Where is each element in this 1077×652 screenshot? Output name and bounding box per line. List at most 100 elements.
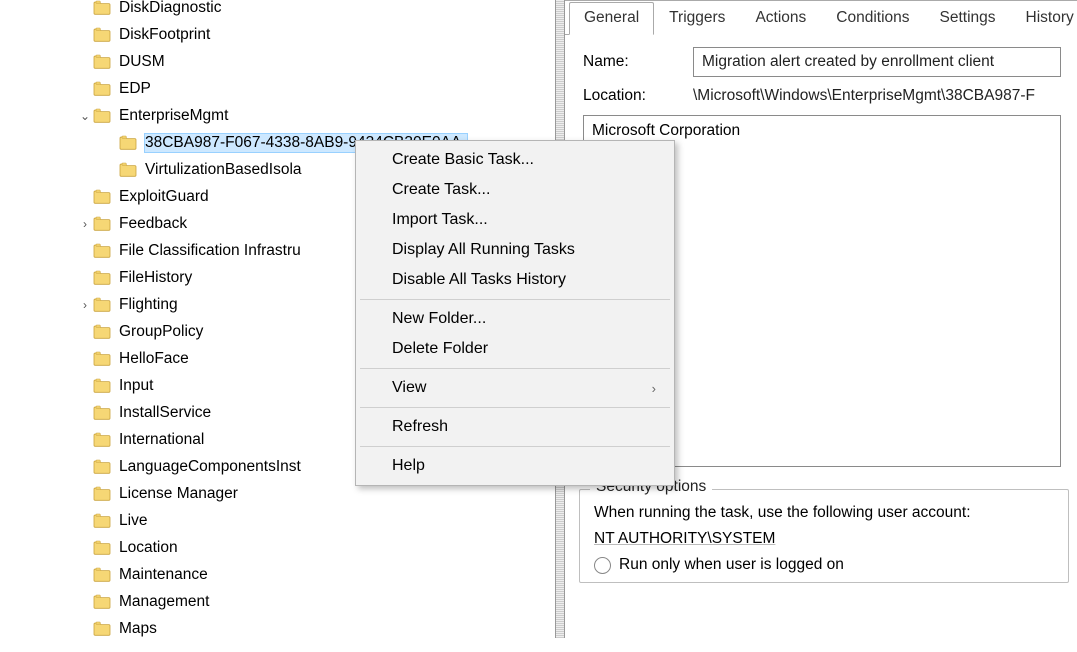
tree-label: Maintenance bbox=[119, 566, 214, 584]
tree-label: DUSM bbox=[119, 53, 171, 71]
folder-icon bbox=[93, 378, 111, 393]
chevron-right-icon[interactable]: › bbox=[77, 298, 93, 312]
menu-item[interactable]: Help bbox=[356, 451, 674, 481]
menu-label: View bbox=[392, 379, 426, 397]
tree-label: Location bbox=[119, 539, 184, 557]
menu-label: New Folder... bbox=[392, 310, 486, 328]
tree-label: Input bbox=[119, 377, 159, 395]
tree-item[interactable]: DUSM bbox=[0, 48, 555, 75]
tree-label: International bbox=[119, 431, 210, 449]
folder-icon bbox=[93, 297, 111, 312]
folder-icon bbox=[93, 324, 111, 339]
location-label: Location: bbox=[583, 87, 693, 105]
menu-label: Disable All Tasks History bbox=[392, 271, 566, 289]
tree-label: Management bbox=[119, 593, 215, 611]
tree-item[interactable]: Maintenance bbox=[0, 561, 555, 588]
folder-icon bbox=[93, 189, 111, 204]
tab-bar: GeneralTriggersActionsConditionsSettings… bbox=[565, 1, 1077, 35]
tree-label: GroupPolicy bbox=[119, 323, 209, 341]
tree-item[interactable]: Live bbox=[0, 507, 555, 534]
folder-icon bbox=[93, 27, 111, 42]
menu-item[interactable]: Refresh bbox=[356, 412, 674, 442]
menu-separator bbox=[360, 446, 670, 447]
tree-item[interactable]: EDP bbox=[0, 75, 555, 102]
folder-icon bbox=[93, 81, 111, 96]
menu-item[interactable]: Disable All Tasks History bbox=[356, 265, 674, 295]
menu-label: Refresh bbox=[392, 418, 448, 436]
radio-logged-on[interactable]: Run only when user is logged on bbox=[594, 556, 1054, 574]
folder-icon bbox=[93, 270, 111, 285]
tree-item[interactable]: DiskDiagnostic bbox=[0, 0, 555, 21]
chevron-right-icon[interactable]: › bbox=[77, 217, 93, 231]
tab-actions[interactable]: Actions bbox=[740, 2, 821, 35]
folder-icon bbox=[93, 567, 111, 582]
folder-icon bbox=[93, 216, 111, 231]
tree-label: InstallService bbox=[119, 404, 217, 422]
folder-icon bbox=[93, 594, 111, 609]
tab-history[interactable]: History bbox=[1011, 2, 1077, 35]
folder-icon bbox=[93, 0, 111, 15]
tree-item[interactable]: DiskFootprint bbox=[0, 21, 555, 48]
folder-icon bbox=[93, 621, 111, 636]
tree-label: Live bbox=[119, 512, 153, 530]
name-label: Name: bbox=[583, 53, 693, 71]
tree-label: LanguageComponentsInst bbox=[119, 458, 307, 476]
folder-icon bbox=[93, 513, 111, 528]
folder-icon bbox=[93, 432, 111, 447]
menu-label: Create Task... bbox=[392, 181, 490, 199]
name-input[interactable] bbox=[693, 47, 1061, 77]
tree-label: Maps bbox=[119, 620, 163, 638]
menu-item[interactable]: Delete Folder bbox=[356, 334, 674, 364]
menu-label: Create Basic Task... bbox=[392, 151, 534, 169]
tree-label: EnterpriseMgmt bbox=[119, 107, 234, 125]
tree-label: License Manager bbox=[119, 485, 244, 503]
menu-item[interactable]: Create Basic Task... bbox=[356, 145, 674, 175]
tab-triggers[interactable]: Triggers bbox=[654, 2, 740, 35]
tree-item[interactable]: Location bbox=[0, 534, 555, 561]
menu-label: Display All Running Tasks bbox=[392, 241, 575, 259]
menu-separator bbox=[360, 368, 670, 369]
tree-label: VirtulizationBasedIsola bbox=[145, 161, 308, 179]
folder-icon bbox=[93, 108, 111, 123]
chevron-down-icon[interactable]: ⌄ bbox=[77, 109, 93, 123]
tree-label: ExploitGuard bbox=[119, 188, 215, 206]
menu-separator bbox=[360, 299, 670, 300]
folder-icon bbox=[93, 54, 111, 69]
folder-icon bbox=[93, 243, 111, 258]
menu-item[interactable]: View › bbox=[356, 373, 674, 403]
tree-label: Feedback bbox=[119, 215, 193, 233]
tree-label: DiskDiagnostic bbox=[119, 0, 228, 17]
menu-item[interactable]: Display All Running Tasks bbox=[356, 235, 674, 265]
radio-label: Run only when user is logged on bbox=[619, 556, 844, 574]
folder-icon bbox=[93, 459, 111, 474]
menu-item[interactable]: New Folder... bbox=[356, 304, 674, 334]
menu-label: Help bbox=[392, 457, 425, 475]
location-value: \Microsoft\Windows\EnterpriseMgmt\38CBA9… bbox=[693, 87, 1035, 105]
tab-conditions[interactable]: Conditions bbox=[821, 2, 924, 35]
tree-label: DiskFootprint bbox=[119, 26, 216, 44]
security-account: NT AUTHORITY\SYSTEM bbox=[594, 530, 1054, 548]
radio-icon bbox=[594, 557, 611, 574]
menu-item[interactable]: Import Task... bbox=[356, 205, 674, 235]
folder-icon bbox=[119, 162, 137, 177]
tree-label: EDP bbox=[119, 80, 157, 98]
chevron-right-icon: › bbox=[652, 381, 656, 396]
folder-icon bbox=[93, 540, 111, 555]
folder-icon bbox=[93, 405, 111, 420]
context-menu: Create Basic Task... Create Task... Import… bbox=[355, 140, 675, 486]
menu-label: Import Task... bbox=[392, 211, 488, 229]
menu-item[interactable]: Create Task... bbox=[356, 175, 674, 205]
menu-label: Delete Folder bbox=[392, 340, 488, 358]
tree-label: HelloFace bbox=[119, 350, 195, 368]
author-value: Microsoft Corporation bbox=[592, 122, 1052, 140]
tree-item[interactable]: Management bbox=[0, 588, 555, 615]
tab-general[interactable]: General bbox=[569, 2, 654, 35]
menu-separator bbox=[360, 407, 670, 408]
tree-item[interactable]: ⌄ EnterpriseMgmt bbox=[0, 102, 555, 129]
tab-settings[interactable]: Settings bbox=[925, 2, 1011, 35]
security-group: Security options When running the task, … bbox=[579, 489, 1069, 583]
security-line1: When running the task, use the following… bbox=[594, 504, 1054, 522]
tree-label: File Classification Infrastru bbox=[119, 242, 307, 260]
folder-icon bbox=[93, 351, 111, 366]
tree-label: Flighting bbox=[119, 296, 184, 314]
